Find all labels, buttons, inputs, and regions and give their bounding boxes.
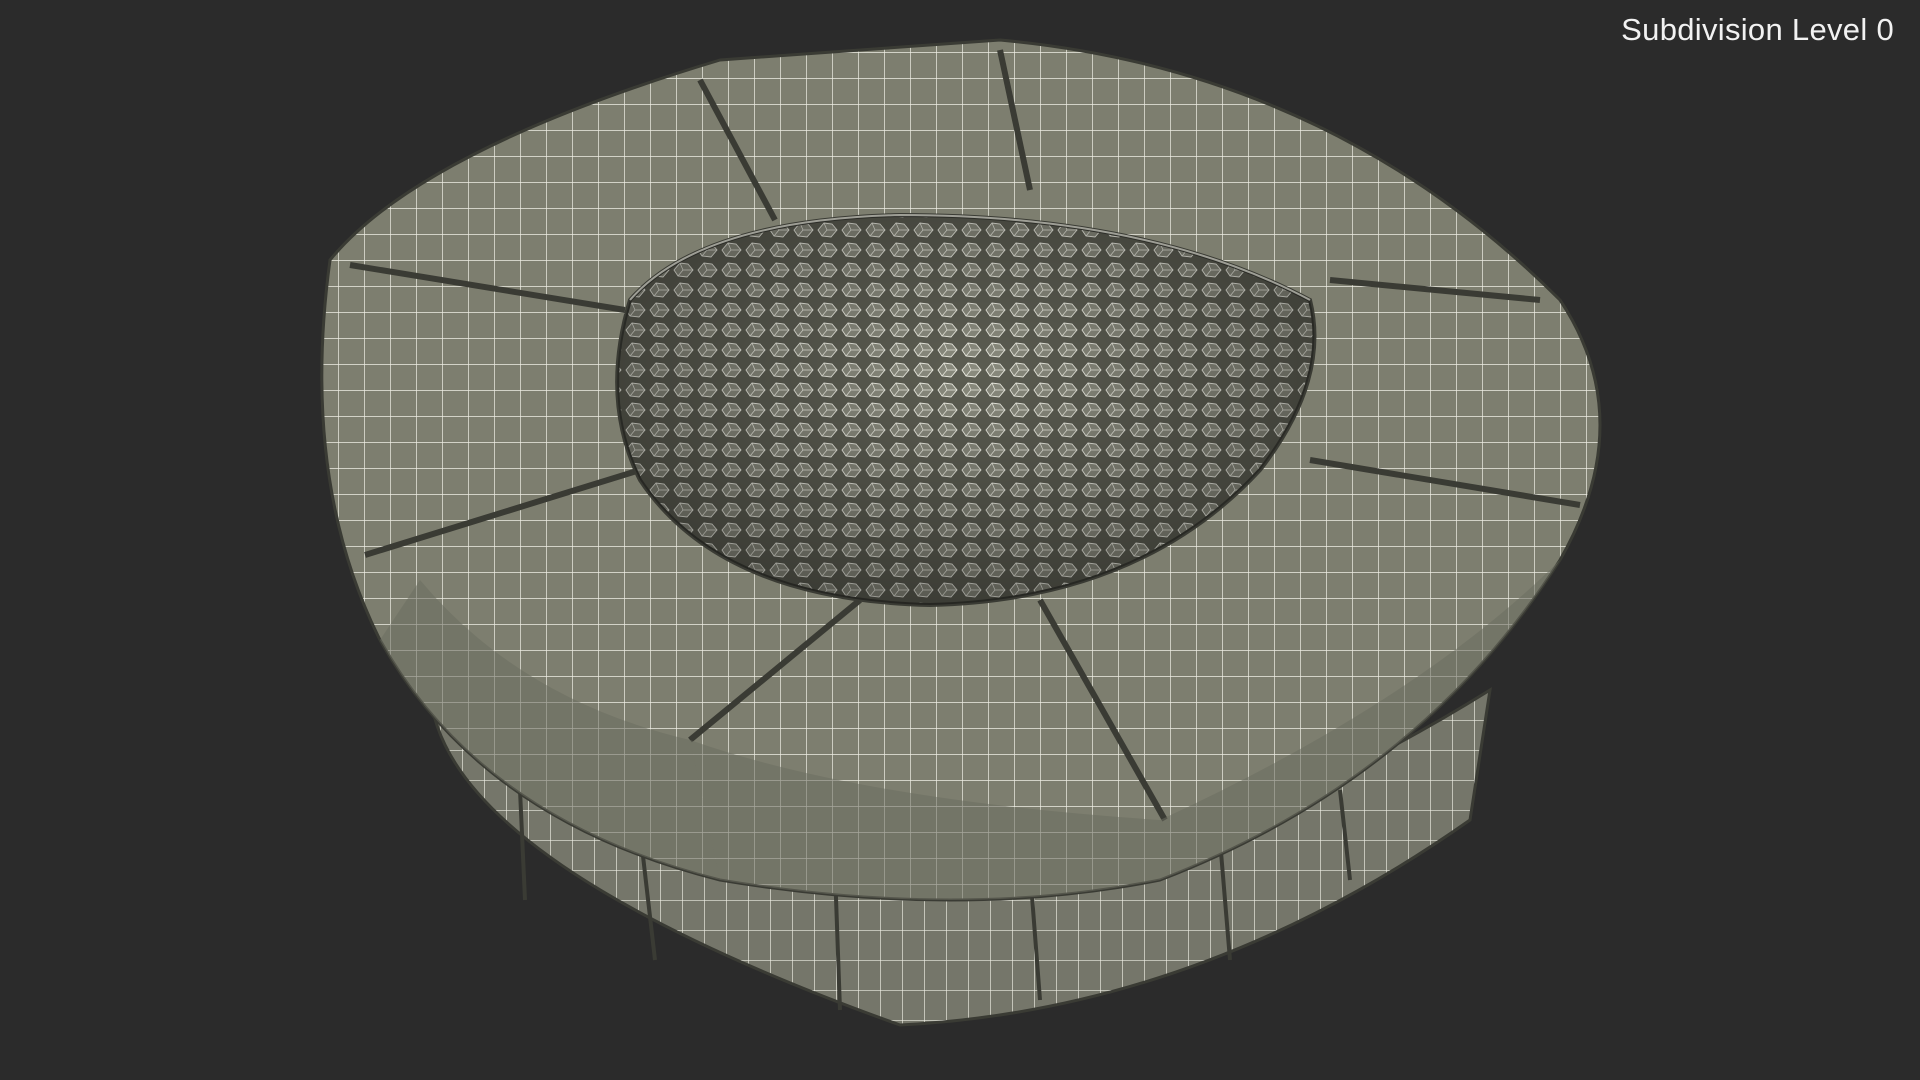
fire-pit-model [320,38,1602,1027]
subdivision-level-label: Subdivision Level 0 [1621,12,1894,47]
3d-viewport[interactable]: Subdivision Level 0 [0,0,1920,1080]
